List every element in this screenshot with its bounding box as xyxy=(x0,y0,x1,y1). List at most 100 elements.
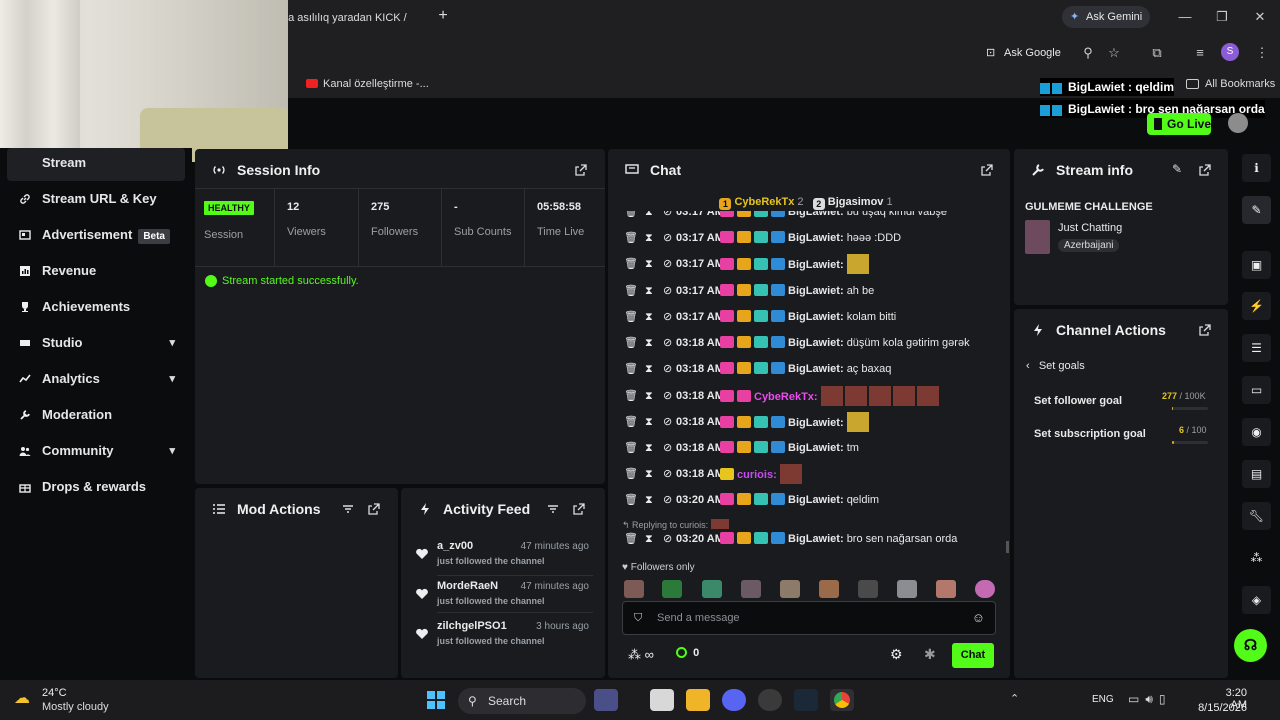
timeout-icon[interactable]: ⧗ xyxy=(645,211,654,222)
timeout-icon[interactable]: ⧗ xyxy=(645,438,654,458)
viewer-avatar[interactable] xyxy=(780,580,800,598)
sidebar-item-moderation[interactable]: Moderation xyxy=(7,399,185,431)
ask-gemini-button[interactable]: ✦ Ask Gemini xyxy=(1062,6,1150,28)
send-chat-button[interactable]: Chat xyxy=(952,643,994,668)
sidebar-item-studio[interactable]: Studio ▾ xyxy=(7,327,185,359)
trash-icon[interactable]: 🗑︎ xyxy=(624,281,638,301)
sidebar-item-revenue[interactable]: Revenue xyxy=(7,255,185,287)
ban-icon[interactable]: ⊘ xyxy=(663,333,672,353)
chat-username[interactable]: BigLawiet: xyxy=(788,417,844,429)
chevron-up-icon[interactable]: ⌃ xyxy=(1010,692,1019,705)
chat-username[interactable]: CybeRekTx: xyxy=(754,391,818,403)
settings-icon[interactable]: ⚙ xyxy=(890,646,903,663)
bookmark-kanal[interactable]: Kanal özelleştirme -... xyxy=(306,76,429,92)
timeout-icon[interactable]: ⧗ xyxy=(645,228,654,248)
taskbar-app-widget[interactable] xyxy=(594,689,618,711)
chat-username[interactable]: BigLawiet: xyxy=(788,337,844,349)
chat-username[interactable]: BigLawiet: xyxy=(788,442,844,454)
weather-desc[interactable]: Mostly cloudy xyxy=(42,701,109,713)
chat-username[interactable]: BigLawiet: xyxy=(788,259,844,271)
viewer-avatar[interactable] xyxy=(975,580,995,598)
ban-icon[interactable]: ⊘ xyxy=(663,228,672,248)
popout-icon[interactable] xyxy=(368,503,380,515)
taskbar-search[interactable]: ⚲ Search xyxy=(458,688,586,714)
viewer-avatar[interactable] xyxy=(819,580,839,598)
system-tray-icons[interactable]: ▭🔊︎▯ xyxy=(1128,692,1172,707)
ban-icon[interactable]: ⊘ xyxy=(663,386,672,406)
timeout-icon[interactable]: ⧗ xyxy=(645,490,654,510)
weather-icon[interactable]: ☁ xyxy=(14,688,36,708)
popout-icon[interactable] xyxy=(1199,164,1211,176)
activity-username[interactable]: a_zv00 xyxy=(437,540,473,552)
taskbar-app-obs[interactable] xyxy=(758,689,782,711)
ban-icon[interactable]: ⊘ xyxy=(663,490,672,510)
sidebar-item-community[interactable]: Community ▾ xyxy=(7,435,185,467)
sidebar-item-stream-url[interactable]: Stream URL & Key xyxy=(7,183,185,215)
timeout-icon[interactable]: ⧗ xyxy=(645,359,654,379)
info-icon[interactable]: ℹ xyxy=(1242,154,1271,182)
ban-icon[interactable]: ⊘ xyxy=(663,211,672,222)
chrome-icon[interactable] xyxy=(830,689,854,711)
chat-username[interactable]: BigLawiet: xyxy=(788,211,844,218)
list-icon[interactable]: ☰ xyxy=(1242,334,1271,362)
viewer-avatar[interactable] xyxy=(897,580,917,598)
timeout-icon[interactable]: ⧗ xyxy=(645,307,654,327)
steam-icon[interactable] xyxy=(794,689,818,711)
bolt-icon[interactable]: ⚡ xyxy=(1242,292,1271,320)
popout-icon[interactable] xyxy=(575,164,587,176)
close-icon[interactable]: ✕ xyxy=(1250,7,1270,27)
extensions-icon[interactable]: ⧉ xyxy=(1147,43,1167,63)
timeout-icon[interactable]: ⧗ xyxy=(645,464,654,484)
emoji-icon[interactable]: ☺ xyxy=(972,602,985,634)
minimize-icon[interactable]: — xyxy=(1175,7,1195,27)
clock-date[interactable]: 8/15/2026 xyxy=(1196,702,1247,714)
weather-temp[interactable]: 24°C xyxy=(42,687,67,699)
all-bookmarks[interactable]: All Bookmarks xyxy=(1186,76,1275,92)
popout-icon[interactable] xyxy=(1199,324,1211,336)
ask-google-button[interactable]: ⊡ Ask Google xyxy=(984,43,1072,63)
chat-username[interactable]: BigLawiet: xyxy=(788,494,844,506)
menu-icon[interactable]: ⋮ xyxy=(1252,43,1272,63)
goal-label[interactable]: Set subscription goal xyxy=(1034,428,1146,440)
go-live-button[interactable]: Go Live xyxy=(1147,113,1211,135)
sidebar-item-achievements[interactable]: Achievements xyxy=(7,291,185,323)
ban-icon[interactable]: ⊘ xyxy=(663,438,672,458)
video-icon[interactable]: ▣ xyxy=(1242,251,1271,279)
timeout-icon[interactable]: ⧗ xyxy=(645,529,654,549)
new-tab-button[interactable]: + xyxy=(434,7,452,25)
tag-icon[interactable]: ◈ xyxy=(1242,586,1271,614)
maximize-icon[interactable]: ❐ xyxy=(1212,7,1232,27)
activity-username[interactable]: zilchgelPSO1 xyxy=(437,620,507,632)
chat-message-input[interactable]: ⛉ Send a message ☺ xyxy=(622,601,996,635)
ban-icon[interactable]: ⊘ xyxy=(663,529,672,549)
bookmark-star-icon[interactable]: ☆ xyxy=(1104,43,1124,63)
ban-icon[interactable]: ⊘ xyxy=(663,359,672,379)
users-icon[interactable]: ⁂ xyxy=(1242,544,1271,572)
activity-username[interactable]: MordeRaeN xyxy=(437,580,498,592)
trash-icon[interactable]: 🗑︎ xyxy=(624,386,638,406)
popout-icon[interactable] xyxy=(981,164,993,176)
viewer-avatar[interactable] xyxy=(936,580,956,598)
chat-username[interactable]: BigLawiet: xyxy=(788,311,844,323)
viewer-avatar[interactable] xyxy=(662,580,682,598)
trash-icon[interactable]: 🗑︎ xyxy=(624,307,638,327)
chat-icon[interactable]: ▭ xyxy=(1242,376,1271,404)
media-icon[interactable]: ≡ xyxy=(1190,43,1210,63)
wrench-icon[interactable]: 🔧︎ xyxy=(1242,502,1271,530)
timeout-icon[interactable]: ⧗ xyxy=(645,254,654,274)
ban-icon[interactable]: ⊘ xyxy=(663,412,672,432)
ban-icon[interactable]: ⊘ xyxy=(663,464,672,484)
trash-icon[interactable]: 🗑︎ xyxy=(624,529,638,549)
trash-icon[interactable]: 🗑︎ xyxy=(624,211,638,222)
ban-icon[interactable]: ⊘ xyxy=(663,254,672,274)
timeout-icon[interactable]: ⧗ xyxy=(645,333,654,353)
sidebar-item-stream[interactable]: Stream xyxy=(7,148,185,181)
sidebar-item-advertisement[interactable]: Advertisement Beta xyxy=(7,219,185,251)
back-button[interactable]: ‹ Set goals xyxy=(1026,360,1085,372)
top-user-name[interactable]: CybeRekTx xyxy=(734,196,794,208)
sidebar-item-analytics[interactable]: Analytics ▾ xyxy=(7,363,185,395)
channel-points[interactable]: 0 xyxy=(676,647,699,659)
trash-icon[interactable]: 🗑︎ xyxy=(624,412,638,432)
input-language[interactable]: ENG xyxy=(1092,694,1114,705)
chat-username[interactable]: BigLawiet: xyxy=(788,363,844,375)
